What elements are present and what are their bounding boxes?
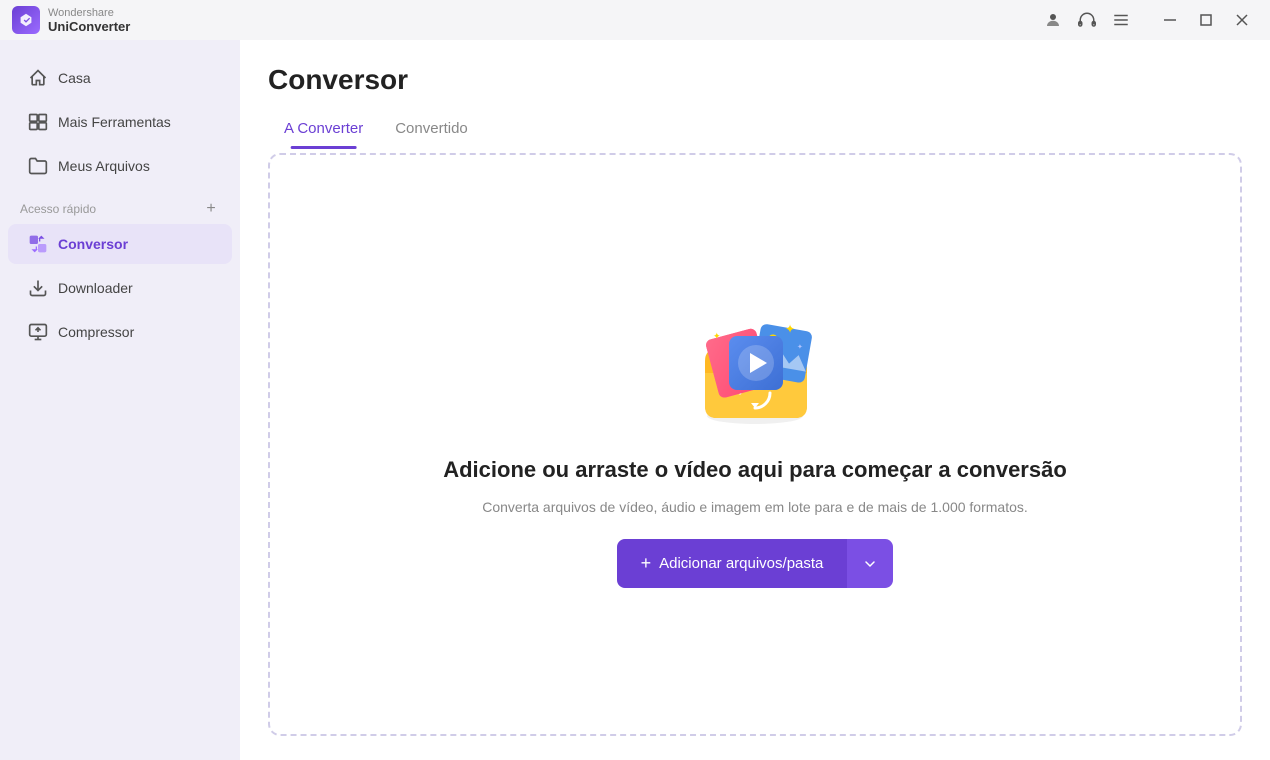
add-files-dropdown-button[interactable] [847, 539, 893, 588]
quick-access-add-button[interactable]: + [202, 200, 220, 218]
sidebar-item-converter[interactable]: Conversor [8, 224, 232, 264]
drop-subtitle: Converta arquivos de vídeo, áudio e imag… [482, 499, 1028, 515]
main-layout: Casa Mais Ferramentas Meus Arquivos Aces… [0, 40, 1270, 760]
app-logo [12, 6, 40, 34]
tab-to-convert[interactable]: A Converter [268, 112, 379, 149]
svg-text:✦: ✦ [713, 331, 721, 341]
close-button[interactable] [1226, 6, 1258, 34]
minimize-button[interactable] [1154, 6, 1186, 34]
tabs: A Converter Convertido [268, 112, 1242, 149]
user-icon[interactable] [1044, 11, 1062, 29]
converter-illustration: ♪ ✦ ✦ [685, 301, 825, 441]
drop-title: Adicione ou arraste o vídeo aqui para co… [443, 457, 1067, 483]
drop-zone[interactable]: ♪ ✦ ✦ [268, 153, 1242, 736]
sidebar-item-my-files[interactable]: Meus Arquivos [8, 146, 232, 186]
sidebar-item-compressor[interactable]: Compressor [8, 312, 232, 352]
maximize-button[interactable] [1190, 6, 1222, 34]
sidebar: Casa Mais Ferramentas Meus Arquivos Aces… [0, 40, 240, 760]
add-button-group: + Adicionar arquivos/pasta [617, 539, 894, 588]
app-name-line1: Wondershare [48, 7, 130, 19]
quick-access-header: Acesso rápido + [0, 188, 240, 222]
sidebar-item-downloader[interactable]: Downloader [8, 268, 232, 308]
app-name-block: Wondershare UniConverter [48, 7, 130, 34]
window-controls [1154, 6, 1258, 34]
svg-text:✦: ✦ [797, 343, 803, 351]
sidebar-item-home[interactable]: Casa [8, 58, 232, 98]
sidebar-item-more-tools[interactable]: Mais Ferramentas [8, 102, 232, 142]
page-title: Conversor [268, 64, 1242, 96]
app-branding: Wondershare UniConverter [12, 6, 130, 34]
content-area: Conversor A Converter Convertido [240, 40, 1270, 760]
menu-icon[interactable] [1112, 11, 1130, 29]
add-files-button[interactable]: + Adicionar arquivos/pasta [617, 539, 848, 588]
title-bar: Wondershare UniConverter [0, 0, 1270, 40]
app-name-line2: UniConverter [48, 19, 130, 34]
tab-converted[interactable]: Convertido [379, 112, 484, 149]
titlebar-actions [1044, 6, 1258, 34]
support-icon[interactable] [1078, 11, 1096, 29]
svg-text:✦: ✦ [785, 322, 795, 336]
